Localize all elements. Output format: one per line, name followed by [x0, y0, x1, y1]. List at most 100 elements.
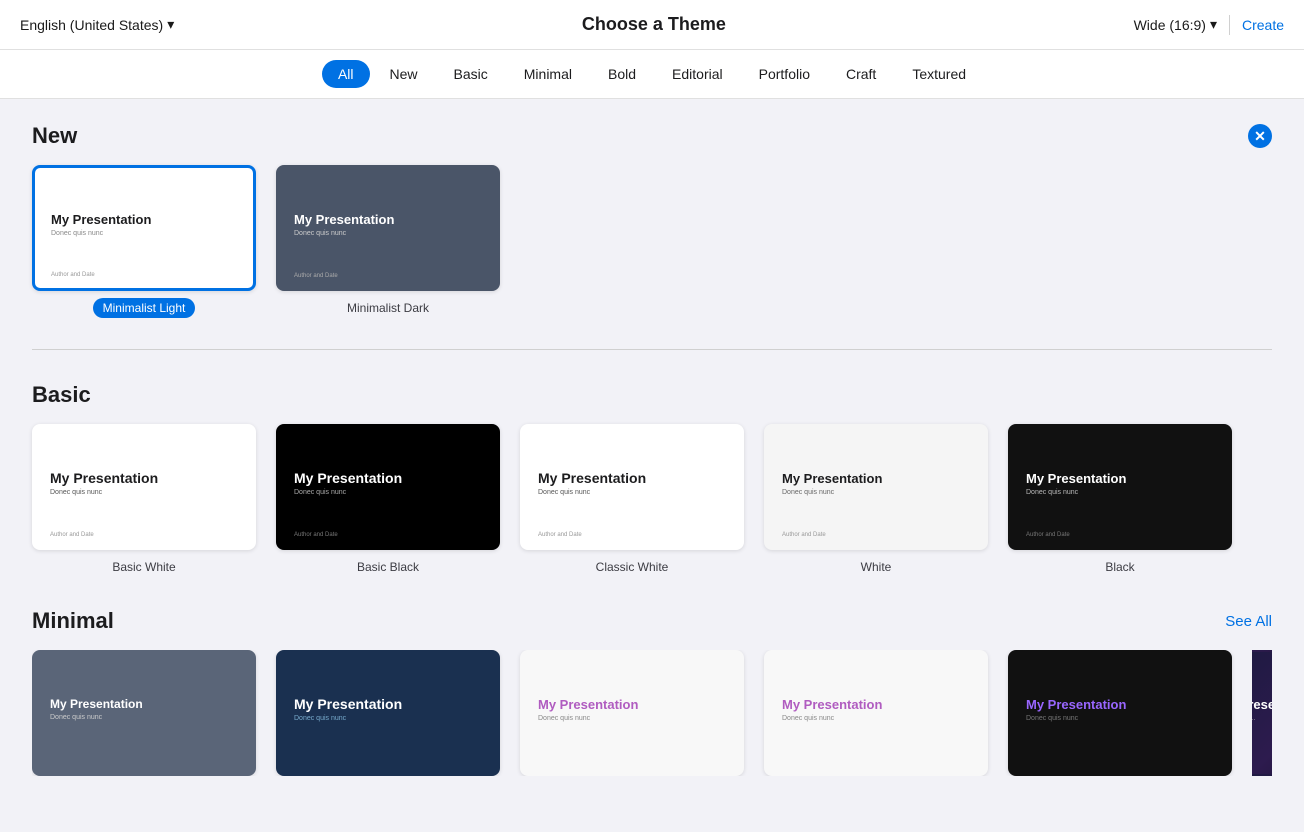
theme-thumbnail-white[interactable]: My Presentation Donec quis nunc Author a…: [764, 424, 988, 550]
theme-label-container: Basic Black: [357, 558, 419, 576]
language-label: English (United States): [20, 17, 163, 33]
tab-minimal[interactable]: Minimal: [508, 60, 588, 88]
slide-title: My Presentation: [538, 697, 726, 712]
theme-thumbnail-minimal-space[interactable]: My Present Donec qui...: [1252, 650, 1272, 776]
aspect-ratio-label: Wide (16:9): [1134, 17, 1206, 33]
section-basic-title: Basic: [32, 382, 91, 408]
section-new-header: New ✕: [32, 123, 1272, 149]
slide-author: Author and Date: [294, 273, 338, 279]
tab-textured[interactable]: Textured: [896, 60, 982, 88]
theme-label: Minimalist Dark: [347, 301, 429, 315]
theme-thumbnail-minimal-slate[interactable]: My Presentation Donec quis nunc: [32, 650, 256, 776]
theme-label: Black: [1105, 560, 1134, 574]
section-basic: Basic My Presentation Donec quis nunc Au…: [32, 382, 1272, 576]
tab-basic[interactable]: Basic: [438, 60, 504, 88]
section-minimal-header: Minimal See All: [32, 608, 1272, 634]
section-minimal: Minimal See All My Presentation Donec qu…: [32, 608, 1272, 776]
slide-author: Author and Date: [50, 532, 94, 538]
theme-label: Basic Black: [357, 560, 419, 574]
slide-sub: Donec quis nunc: [294, 489, 482, 496]
theme-thumbnail-minimalist-light[interactable]: My Presentation Donec quis nunc Author a…: [32, 165, 256, 291]
section-new-title: New: [32, 123, 77, 149]
slide-title: My Presentation: [294, 212, 482, 227]
slide-title: My Presentation: [50, 470, 238, 486]
header-divider: [1229, 15, 1230, 35]
slide-sub: Donec quis nunc: [294, 230, 482, 237]
see-all-minimal-button[interactable]: See All: [1225, 613, 1272, 630]
tab-new[interactable]: New: [374, 60, 434, 88]
section-basic-header: Basic: [32, 382, 1272, 408]
slide-sub: Donec quis nunc: [1026, 489, 1214, 496]
tab-editorial[interactable]: Editorial: [656, 60, 739, 88]
theme-label-container: Black: [1105, 558, 1134, 576]
close-new-section-button[interactable]: ✕: [1248, 124, 1272, 148]
slide-author: Author and Date: [538, 532, 582, 538]
theme-thumbnail-classic-white[interactable]: My Presentation Donec quis nunc Author a…: [520, 424, 744, 550]
theme-label: Classic White: [596, 560, 669, 574]
tab-craft[interactable]: Craft: [830, 60, 892, 88]
theme-thumbnail-minimal-navy[interactable]: My Presentation Donec quis nunc: [276, 650, 500, 776]
main-content: New ✕ My Presentation Donec quis nunc Au…: [0, 99, 1304, 832]
theme-item-minimal-navy[interactable]: My Presentation Donec quis nunc: [276, 650, 500, 776]
slide-sub: Donec quis nunc: [50, 714, 238, 721]
theme-item-minimal-dark2[interactable]: My Presentation Donec quis nunc: [1008, 650, 1232, 776]
basic-theme-grid: My Presentation Donec quis nunc Author a…: [32, 424, 1272, 576]
slide-title: My Presentation: [782, 471, 970, 486]
theme-label-container: White: [861, 558, 892, 576]
tab-bar: All New Basic Minimal Bold Editorial Por…: [0, 50, 1304, 99]
section-divider-new-basic: [32, 349, 1272, 350]
theme-label-badge: Minimalist Light: [93, 298, 196, 318]
chevron-down-icon: ▾: [1210, 16, 1217, 33]
theme-thumbnail-black[interactable]: My Presentation Donec quis nunc Author a…: [1008, 424, 1232, 550]
slide-author: Author and Date: [51, 272, 95, 278]
slide-author: Author and Date: [782, 532, 826, 538]
slide-author: Author and Date: [1026, 532, 1070, 538]
theme-thumbnail-basic-white[interactable]: My Presentation Donec quis nunc Author a…: [32, 424, 256, 550]
theme-label: White: [861, 560, 892, 574]
slide-sub: Donec quis nunc: [294, 715, 482, 722]
tab-portfolio[interactable]: Portfolio: [743, 60, 826, 88]
page-title: Choose a Theme: [582, 14, 726, 35]
slide-sub: Donec quis nunc: [538, 489, 726, 496]
theme-label-container: Minimalist Dark: [347, 299, 429, 317]
slide-title: My Presentation: [782, 697, 970, 712]
tab-bold[interactable]: Bold: [592, 60, 652, 88]
theme-item-basic-white[interactable]: My Presentation Donec quis nunc Author a…: [32, 424, 256, 576]
theme-item-minimal-teal[interactable]: My Presentation Donec quis nunc: [520, 650, 744, 776]
header: English (United States) ▾ Choose a Theme…: [0, 0, 1304, 50]
theme-thumbnail-minimal-pink[interactable]: My Presentation Donec quis nunc: [764, 650, 988, 776]
theme-item-minimal-space[interactable]: My Present Donec qui...: [1252, 650, 1272, 776]
new-theme-grid: My Presentation Donec quis nunc Author a…: [32, 165, 1272, 317]
theme-thumbnail-basic-black[interactable]: My Presentation Donec quis nunc Author a…: [276, 424, 500, 550]
theme-item-black[interactable]: My Presentation Donec quis nunc Author a…: [1008, 424, 1232, 576]
language-selector[interactable]: English (United States) ▾: [20, 16, 174, 33]
slide-author: Author and Date: [294, 532, 338, 538]
slide-title: My Presentation: [1026, 697, 1214, 712]
create-button[interactable]: Create: [1242, 17, 1284, 33]
slide-title: My Presentation: [538, 470, 726, 486]
theme-label-container: Basic White: [112, 558, 175, 576]
slide-title: My Presentation: [294, 470, 482, 486]
tab-all[interactable]: All: [322, 60, 370, 88]
theme-thumbnail-minimal-dark2[interactable]: My Presentation Donec quis nunc: [1008, 650, 1232, 776]
section-minimal-title: Minimal: [32, 608, 114, 634]
theme-label-container: Classic White: [596, 558, 669, 576]
slide-title: My Presentation: [51, 212, 237, 227]
theme-thumbnail-minimal-teal[interactable]: My Presentation Donec quis nunc: [520, 650, 744, 776]
slide-sub: Donec quis nunc: [782, 489, 970, 496]
theme-thumbnail-minimalist-dark[interactable]: My Presentation Donec quis nunc Author a…: [276, 165, 500, 291]
theme-item-white[interactable]: My Presentation Donec quis nunc Author a…: [764, 424, 988, 576]
theme-label-container: Minimalist Light: [93, 299, 196, 317]
theme-item-basic-black[interactable]: My Presentation Donec quis nunc Author a…: [276, 424, 500, 576]
header-right: Wide (16:9) ▾ Create: [1134, 15, 1284, 35]
theme-item-minimal-slate[interactable]: My Presentation Donec quis nunc: [32, 650, 256, 776]
theme-item-classic-white[interactable]: My Presentation Donec quis nunc Author a…: [520, 424, 744, 576]
theme-item-minimalist-dark[interactable]: My Presentation Donec quis nunc Author a…: [276, 165, 500, 317]
section-new: New ✕ My Presentation Donec quis nunc Au…: [32, 123, 1272, 317]
aspect-ratio-selector[interactable]: Wide (16:9) ▾: [1134, 16, 1217, 33]
slide-sub: Donec quis nunc: [50, 489, 238, 496]
slide-title: My Present: [1252, 697, 1272, 712]
theme-item-minimal-pink[interactable]: My Presentation Donec quis nunc: [764, 650, 988, 776]
theme-item-minimalist-light[interactable]: My Presentation Donec quis nunc Author a…: [32, 165, 256, 317]
slide-title: My Presentation: [50, 697, 238, 711]
